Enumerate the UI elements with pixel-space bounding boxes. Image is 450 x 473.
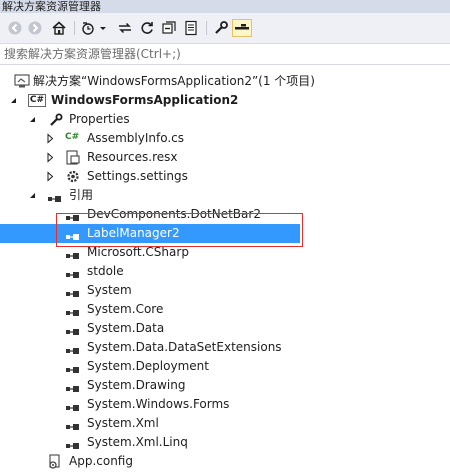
wrench-icon — [48, 112, 64, 127]
chevron-down-icon[interactable] — [98, 19, 108, 37]
back-icon[interactable] — [6, 19, 24, 37]
reference-label: System.Windows.Forms — [87, 397, 230, 411]
home-icon[interactable] — [50, 19, 68, 37]
tree-item-references[interactable]: 引用 — [0, 186, 450, 205]
reference-label: System.Xml — [87, 416, 159, 430]
reference-item[interactable]: System — [0, 281, 450, 300]
solution-icon — [14, 74, 30, 89]
tree-item-settings[interactable]: Settings.settings — [0, 167, 450, 186]
reference-icon — [66, 211, 80, 221]
reference-label: System.Drawing — [87, 378, 186, 392]
search-box — [0, 43, 450, 65]
tree-item-project[interactable]: C# WindowsFormsApplication2 — [0, 91, 450, 110]
forward-icon[interactable] — [26, 19, 44, 37]
collapsed-arrow-icon[interactable] — [45, 167, 57, 186]
expanded-arrow-icon[interactable] — [27, 110, 39, 129]
reference-item[interactable]: System.Xml — [0, 414, 450, 433]
reference-item-selected[interactable]: LabelManager2 — [0, 224, 300, 243]
preview-icon[interactable] — [232, 19, 252, 37]
properties-label: Properties — [69, 112, 130, 126]
reference-icon — [66, 344, 80, 354]
tree-item-solution[interactable]: 解决方案“WindowsFormsApplication2”(1 个项目) — [0, 72, 450, 91]
tree-item-assemblyinfo[interactable]: C# AssemblyInfo.cs — [0, 129, 450, 148]
show-all-files-icon[interactable] — [182, 19, 200, 37]
resources-label: Resources.resx — [87, 150, 178, 164]
project-label: WindowsFormsApplication2 — [51, 93, 239, 107]
reference-icon — [66, 401, 80, 411]
reference-item[interactable]: stdole — [0, 262, 450, 281]
solution-tree: 解决方案“WindowsFormsApplication2”(1 个项目) C#… — [0, 67, 450, 473]
reference-item[interactable]: System.Data — [0, 319, 450, 338]
reference-label: Microsoft.CSharp — [87, 245, 189, 259]
reference-icon — [66, 325, 80, 335]
reference-item[interactable]: Microsoft.CSharp — [0, 243, 450, 262]
reference-item[interactable]: System.Windows.Forms — [0, 395, 450, 414]
reference-icon — [66, 287, 80, 297]
reference-label: DevComponents.DotNetBar2 — [87, 207, 261, 221]
csharp-file-icon: C# — [65, 132, 80, 142]
expanded-arrow-icon[interactable] — [27, 186, 39, 205]
reference-item[interactable]: System.Data.DataSetExtensions — [0, 338, 450, 357]
toolbar — [0, 13, 450, 43]
expanded-arrow-icon[interactable] — [8, 91, 20, 110]
refresh-icon[interactable] — [138, 19, 156, 37]
assemblyinfo-label: AssemblyInfo.cs — [87, 131, 185, 145]
reference-item[interactable]: System.Xml.Linq — [0, 433, 450, 452]
reference-label: System.Data.DataSetExtensions — [87, 340, 282, 354]
sync-icon[interactable] — [116, 19, 134, 37]
solution-label: 解决方案“WindowsFormsApplication2”(1 个项目) — [33, 74, 315, 88]
reference-icon — [48, 192, 62, 202]
collapsed-arrow-icon[interactable] — [45, 148, 57, 167]
appconfig-label: App.config — [69, 454, 133, 468]
reference-icon — [66, 420, 80, 430]
collapse-all-icon[interactable] — [160, 19, 178, 37]
reference-item[interactable]: DevComponents.DotNetBar2 — [0, 205, 450, 224]
settings-gear-icon — [65, 169, 81, 184]
reference-item[interactable]: System.Drawing — [0, 376, 450, 395]
collapsed-arrow-icon[interactable] — [45, 129, 57, 148]
reference-label: System.Data — [87, 321, 165, 335]
reference-icon — [66, 249, 80, 259]
config-file-icon — [47, 454, 63, 469]
reference-label: System.Core — [87, 302, 164, 316]
settings-label: Settings.settings — [87, 169, 188, 183]
tree-item-resources[interactable]: Resources.resx — [0, 148, 450, 167]
tree-item-appconfig[interactable]: App.config — [0, 452, 450, 471]
reference-icon — [66, 268, 80, 278]
reference-label: System — [87, 283, 132, 297]
reference-icon — [66, 439, 80, 449]
reference-label: System.Xml.Linq — [87, 435, 188, 449]
resource-file-icon — [65, 150, 81, 165]
reference-label: stdole — [87, 264, 124, 278]
properties-icon[interactable] — [212, 19, 230, 37]
reference-icon — [66, 382, 80, 392]
window-title: 解决方案资源管理器 — [0, 0, 450, 13]
search-input[interactable] — [4, 45, 444, 63]
tree-item-properties[interactable]: Properties — [0, 110, 450, 129]
reference-icon — [66, 363, 80, 373]
reference-label: LabelManager2 — [87, 226, 180, 240]
reference-item[interactable]: System.Deployment — [0, 357, 450, 376]
reference-item[interactable]: System.Core — [0, 300, 450, 319]
reference-label: System.Deployment — [87, 359, 209, 373]
history-icon[interactable] — [80, 19, 98, 37]
references-label: 引用 — [69, 188, 94, 202]
reference-icon — [66, 306, 80, 316]
reference-icon — [66, 230, 80, 240]
csharp-project-icon: C# — [28, 94, 46, 107]
